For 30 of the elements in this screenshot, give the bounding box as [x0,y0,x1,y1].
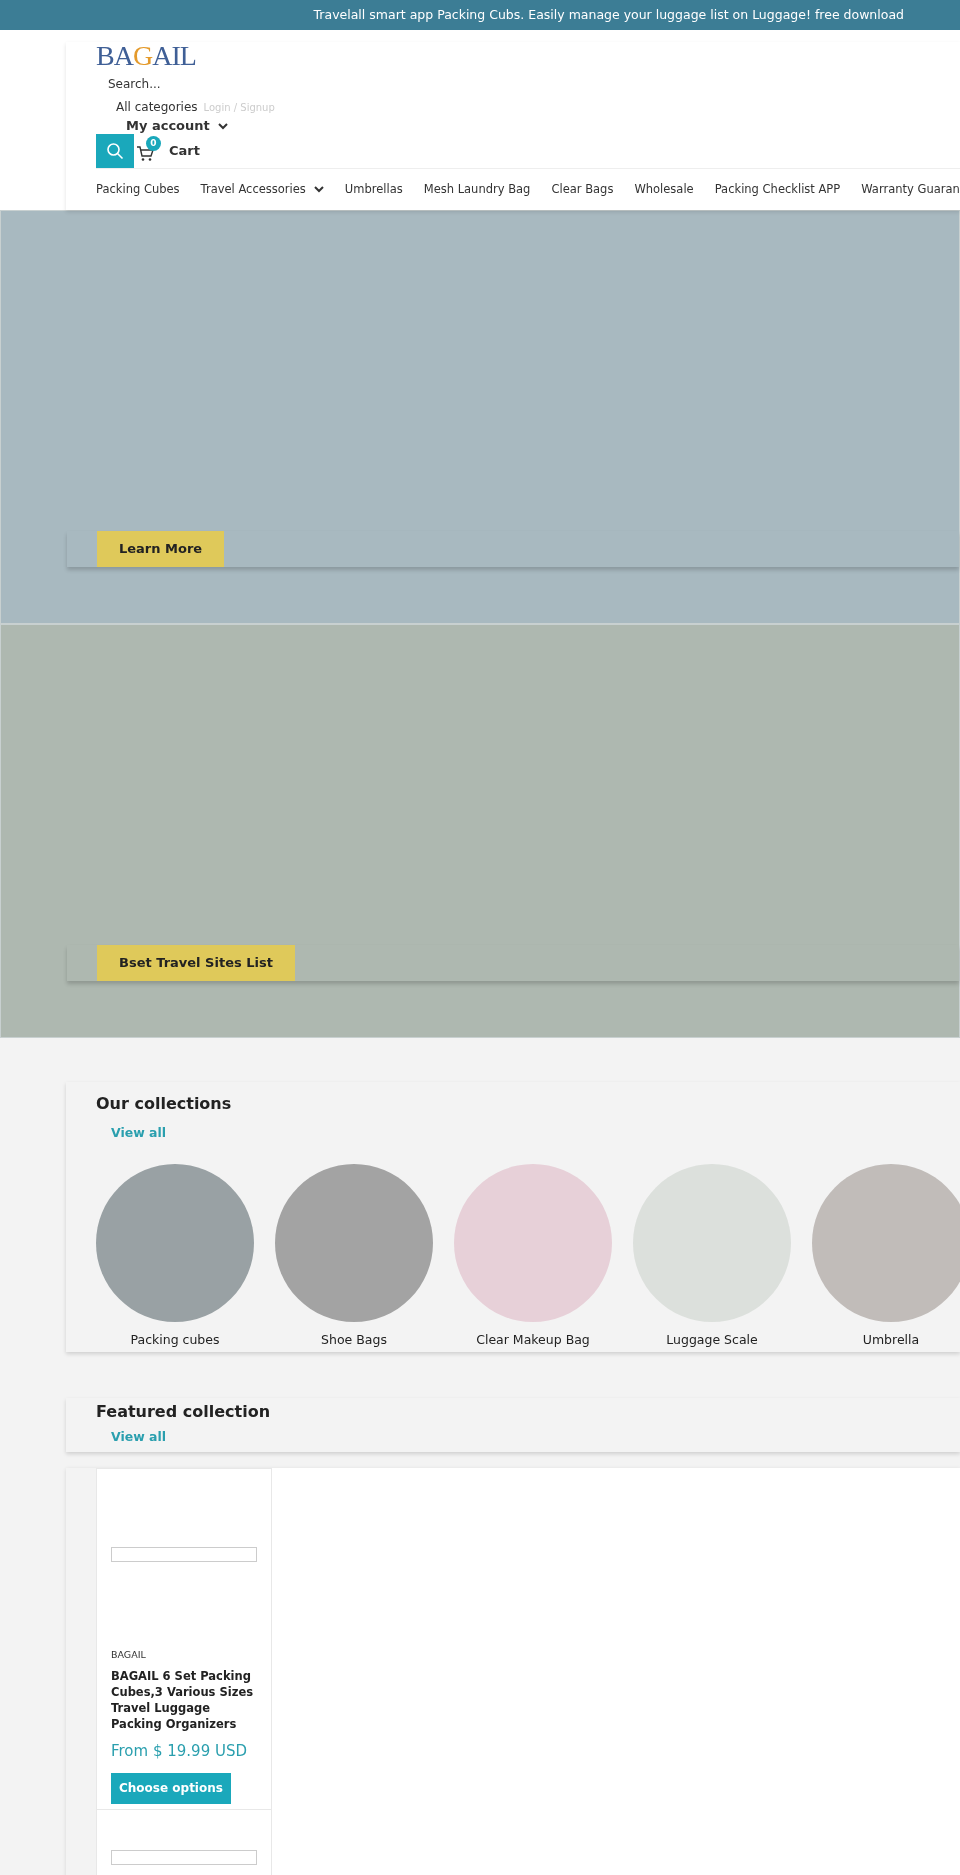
banner-button[interactable]: Bset Travel Sites List [97,945,295,981]
announcement-text[interactable]: Travelall smart app Packing Cubs. Easily manage your luggage list on Luggage! free download [313,5,904,25]
cart-count-badge: 0 [146,136,161,151]
collection-name[interactable]: Shoe Bags [321,1332,387,1348]
collection-name[interactable]: Umbrella [862,1332,920,1348]
nav-link[interactable]: Clear Bags [551,180,614,199]
product-vendor: BAGAIL [111,1648,147,1662]
cart-link[interactable]: Cart [169,141,200,161]
nav-link[interactable]: Travel Accessories [200,180,324,199]
section-title: Featured collection [96,1402,272,1422]
chevron-down-icon [217,122,228,130]
nav-link[interactable]: Warranty Guaran [861,180,960,199]
collection-name[interactable]: Clear Makeup Bag [476,1332,590,1348]
nav-link[interactable]: Umbrellas [344,180,403,199]
logo[interactable]: BAGAIL [96,42,200,70]
nav-link[interactable]: Mesh Laundry Bag [423,180,531,199]
search-icon [106,142,124,160]
product-price: From $ 19.99 USD [111,1741,248,1763]
nav-link[interactable]: Packing Checklist APP [714,180,841,199]
banner-button[interactable]: Learn More [97,531,225,567]
nav-link[interactable]: Packing Cubes [96,180,180,199]
nav-link[interactable]: Wholesale [634,180,694,199]
collection-name[interactable]: Packing cubes [130,1332,220,1348]
category-select[interactable]: All categories [96,98,198,116]
collection-name[interactable]: Luggage Scale [666,1332,758,1348]
account-menu[interactable]: My account [126,116,228,136]
product-title[interactable]: BAGAIL 6 Set Packing Cubes,3 Various Sizes Travel Luggage Packing Organizers [111,1668,257,1733]
cart-icon[interactable] [136,146,154,162]
search-field[interactable]: Search... [96,72,396,96]
section-title: Our collections [96,1094,233,1114]
